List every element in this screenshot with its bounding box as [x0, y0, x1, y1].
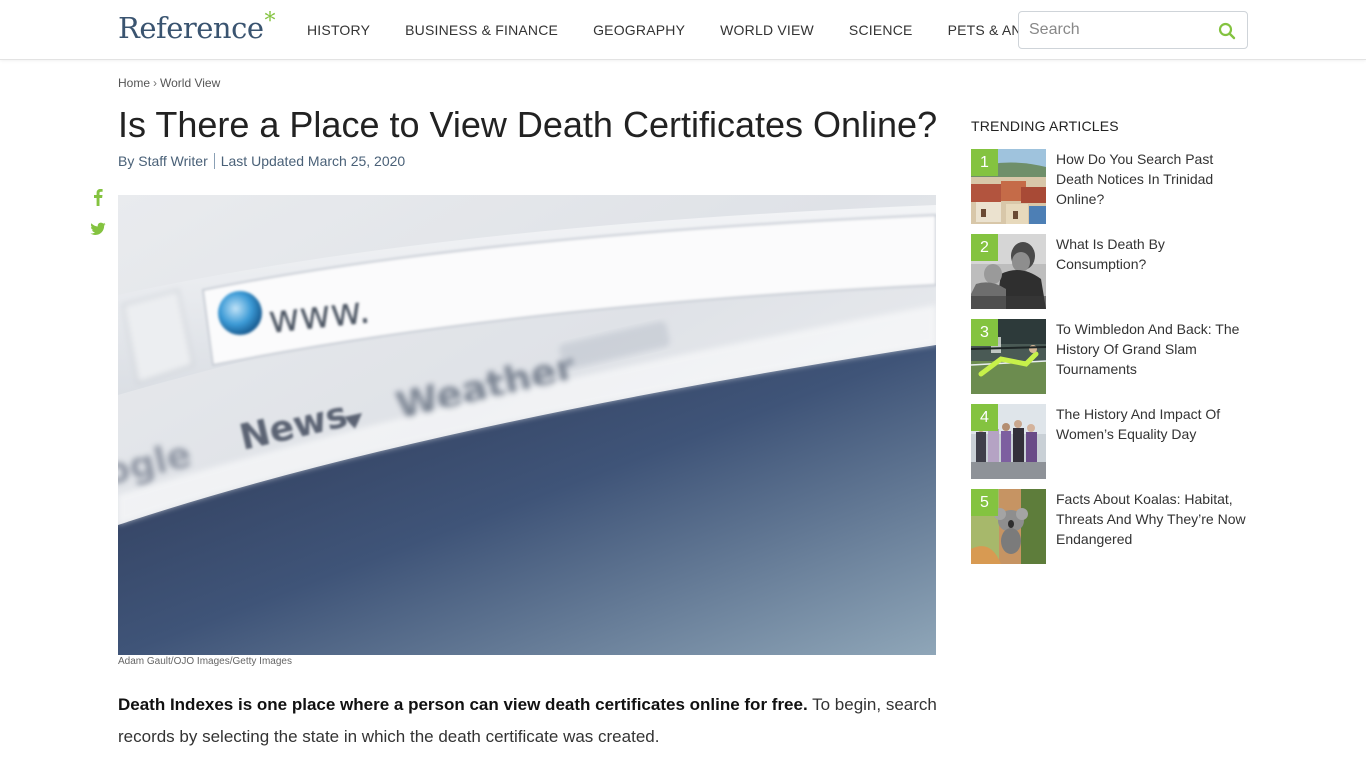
trending-list: 1 How Do You Search Past Death Notices I…	[971, 149, 1251, 574]
breadcrumb-home[interactable]: Home	[118, 76, 150, 90]
site-logo[interactable]: Reference*	[118, 9, 276, 45]
author: By Staff Writer	[118, 153, 208, 169]
nav-history[interactable]: HISTORY	[307, 22, 370, 38]
trending-thumb-koala[interactable]: 5	[971, 489, 1046, 564]
byline: By Staff Writer Last Updated March 25, 20…	[118, 153, 405, 169]
trending-thumb-portrait[interactable]: 2	[971, 234, 1046, 309]
lead-bold: Death Indexes is one place where a perso…	[118, 695, 808, 714]
search-input[interactable]	[1029, 20, 1209, 40]
trending-title: TRENDING ARTICLES	[971, 118, 1119, 134]
logo-star: *	[264, 9, 276, 34]
trending-number: 3	[971, 319, 998, 346]
trending-number: 1	[971, 149, 998, 176]
twitter-icon[interactable]	[90, 220, 106, 238]
article-title: Is There a Place to View Death Certifica…	[118, 104, 938, 145]
breadcrumb-separator: ›	[153, 76, 158, 90]
nav-science[interactable]: SCIENCE	[849, 22, 913, 38]
trending-thumb-march[interactable]: 4	[971, 404, 1046, 479]
nav-world-view[interactable]: WORLD VIEW	[720, 22, 814, 38]
image-credit: Adam Gault/OJO Images/Getty Images	[118, 656, 292, 667]
social-share	[90, 188, 108, 252]
logo-text: Reference	[118, 11, 264, 45]
byline-divider	[213, 153, 215, 169]
main-nav: HISTORY BUSINESS & FINANCE GEOGRAPHY WOR…	[307, 22, 1100, 38]
breadcrumb: Home › World View	[118, 76, 220, 90]
trending-thumb-tennis[interactable]: 3	[971, 319, 1046, 394]
facebook-icon[interactable]	[90, 188, 106, 206]
nav-geography[interactable]: GEOGRAPHY	[593, 22, 685, 38]
nav-business-finance[interactable]: BUSINESS & FINANCE	[405, 22, 558, 38]
trending-item[interactable]: 3 To Wimbledon And Back: The History Of …	[971, 319, 1251, 394]
trending-thumb-town[interactable]: 1	[971, 149, 1046, 224]
trending-link[interactable]: The History And Impact Of Women’s Equali…	[1056, 404, 1251, 444]
site-header: Reference* HISTORY BUSINESS & FINANCE GE…	[0, 0, 1366, 60]
search-icon[interactable]	[1217, 21, 1237, 41]
trending-number: 2	[971, 234, 998, 261]
article-lead: Death Indexes is one place where a perso…	[118, 689, 938, 753]
trending-item[interactable]: 2 What Is Death By Consumption?	[971, 234, 1251, 309]
search-box	[1018, 11, 1248, 49]
breadcrumb-world-view[interactable]: World View	[160, 76, 220, 90]
trending-number: 5	[971, 489, 998, 516]
last-updated: Last Updated March 25, 2020	[220, 153, 406, 169]
trending-link[interactable]: How Do You Search Past Death Notices In …	[1056, 149, 1251, 209]
hero-image: www. News Weather ogle	[118, 195, 936, 655]
trending-number: 4	[971, 404, 998, 431]
trending-link[interactable]: Facts About Koalas: Habitat, Threats And…	[1056, 489, 1251, 549]
trending-item[interactable]: 5 Facts About Koalas: Habitat, Threats A…	[971, 489, 1251, 564]
trending-item[interactable]: 4 The History And Impact Of Women’s Equa…	[971, 404, 1251, 479]
trending-item[interactable]: 1 How Do You Search Past Death Notices I…	[971, 149, 1251, 224]
trending-link[interactable]: What Is Death By Consumption?	[1056, 234, 1251, 274]
trending-link[interactable]: To Wimbledon And Back: The History Of Gr…	[1056, 319, 1251, 379]
browser-screen-photo: www. News Weather ogle	[118, 195, 936, 655]
